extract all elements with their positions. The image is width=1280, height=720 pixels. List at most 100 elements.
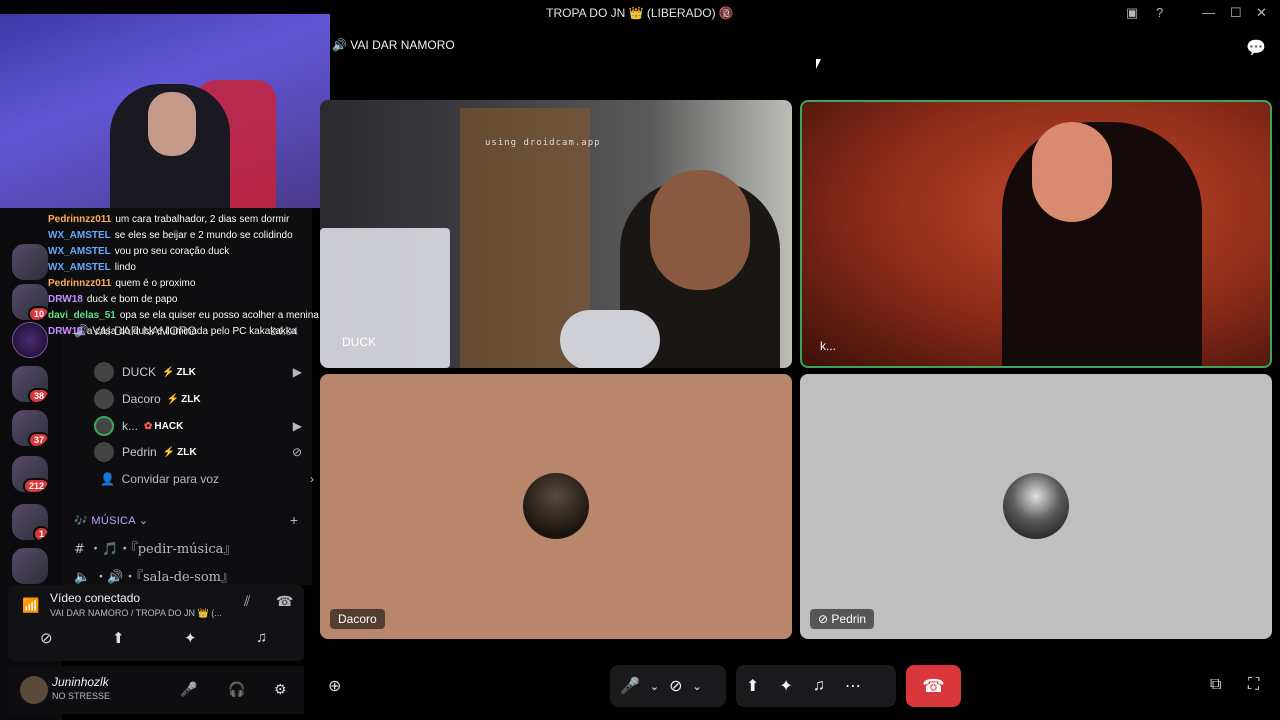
server-icon[interactable]: 10 <box>12 284 48 320</box>
screen-share-icon[interactable]: ⬆ <box>112 629 125 647</box>
more-icon[interactable]: ⋯ <box>835 676 871 696</box>
server-icon[interactable] <box>12 548 48 584</box>
call-controls: ⊕ 🎤 ⌄ ⊘ ⌄ ⬆ ✦ ♫ ⋯ ☎ ⧉ ⛶ <box>320 662 1280 712</box>
signal-icon[interactable]: 📶 <box>22 597 39 614</box>
popout-icon[interactable]: ⧉ <box>1210 676 1221 694</box>
username[interactable]: Juninhozlk <box>52 675 109 689</box>
voice-user-name: k... <box>122 419 139 433</box>
disconnect-icon[interactable]: ☎ <box>276 593 293 610</box>
chat-text: a casa do duck e iluminada pelo PC kakak… <box>86 326 297 337</box>
chat-message: davi_delas_51 opa se ela quiser eu posso … <box>48 308 338 324</box>
voice-user-name: Dacoro <box>122 392 161 406</box>
server-icon[interactable]: 37 <box>12 410 48 446</box>
chat-text: quem é o proximo <box>115 278 196 289</box>
chat-username: WX_AMSTEL <box>48 230 111 241</box>
chat-username: Pedrinnzz011 <box>48 214 112 225</box>
participant-name: DUCK <box>342 335 377 349</box>
avatar <box>94 389 114 409</box>
clan-tag: ✿ HACK <box>144 420 184 432</box>
server-icon[interactable]: 1 <box>12 504 48 540</box>
unread-badge: 10 <box>27 306 48 320</box>
deafened-icon: ⊘ <box>291 445 302 459</box>
chat-message: WX_AMSTEL vou pro seu coração duck <box>48 244 338 260</box>
unread-badge: 1 <box>32 526 48 540</box>
chat-text: se eles se beijar e 2 mundo se colidindo <box>114 230 293 241</box>
av-toggle-group: 🎤 ⌄ ⊘ ⌄ <box>610 665 726 707</box>
soundboard-icon[interactable]: ♫ <box>803 677 835 695</box>
participant-name: k... <box>820 339 837 353</box>
avatar <box>94 362 114 382</box>
chevron-down-icon[interactable]: ⌄ <box>693 680 702 693</box>
camera-off-icon[interactable]: ⊘ <box>40 629 53 647</box>
voice-location[interactable]: VAI DAR NAMORO / TROPA DO JN 👑 (... <box>50 608 222 619</box>
clan-tag: ⚡ ZLK <box>162 366 196 378</box>
chat-message: Pedrinnzz011 quem é o proximo <box>48 276 338 292</box>
voice-channel-sala-de-som[interactable]: 🔈 ・🔊・『sala-de-som』 <box>74 566 234 585</box>
voice-connection-panel: 📶 Vídeo conectado VAI DAR NAMORO / TROPA… <box>8 585 304 661</box>
droidcam-watermark: using droidcam.app <box>485 138 601 148</box>
chat-message: DRW18 a casa do duck e iluminada pelo PC … <box>48 324 338 340</box>
avatar[interactable] <box>20 676 48 704</box>
video-tile[interactable]: k... <box>800 100 1272 368</box>
voice-user-name: DUCK <box>122 365 157 379</box>
media-group: ⬆ ✦ ♫ ⋯ <box>736 665 896 707</box>
inbox-icon[interactable]: ▣ <box>1126 5 1138 21</box>
voice-user-name: Pedrin <box>122 445 157 459</box>
chat-text: lindo <box>114 262 136 273</box>
video-tile[interactable]: Dacoro <box>320 374 792 639</box>
voice-status: Vídeo conectado <box>50 591 141 605</box>
invite-to-voice[interactable]: 👤 Convidar para voz › <box>100 472 314 486</box>
activity-icon[interactable]: ✦ <box>769 676 802 696</box>
hangup-button[interactable]: ☎ <box>906 665 961 707</box>
soundboard-icon[interactable]: ♫ <box>256 629 267 646</box>
clan-tag: ⚡ ZLK <box>166 393 201 405</box>
maximize-icon[interactable]: ☐ <box>1230 5 1242 21</box>
server-icon[interactable]: 38 <box>12 366 48 402</box>
video-tile[interactable]: ⊘ Pedrin <box>800 374 1272 639</box>
chevron-down-icon[interactable]: ⌄ <box>650 680 659 693</box>
fullscreen-icon[interactable]: ⛶ <box>1248 676 1259 694</box>
help-icon[interactable]: ? <box>1156 5 1163 20</box>
video-tile[interactable]: using droidcam.app DUCK <box>320 100 792 368</box>
deafened-icon: ⊘ <box>818 612 832 626</box>
avatar <box>94 442 114 462</box>
add-user-icon[interactable]: ⊕ <box>328 676 341 696</box>
category-music[interactable]: 🎶 MÚSICA ⌄ <box>74 514 148 527</box>
clan-tag: ⚡ ZLK <box>162 446 197 458</box>
chat-message: WX_AMSTEL lindo <box>48 260 338 276</box>
chat-message: Pedrinnzz011 um cara trabalhador, 2 dias … <box>48 212 338 228</box>
noise-suppression-icon[interactable]: ⫽ <box>244 593 250 610</box>
call-title: 🔊 VAI DAR NAMORO <box>332 38 455 52</box>
voice-user[interactable]: Dacoro ⚡ ZLK <box>94 388 201 410</box>
server-icon[interactable] <box>12 244 48 280</box>
microphone-icon[interactable]: 🎤 <box>610 676 650 696</box>
unread-badge: 38 <box>27 388 48 402</box>
voice-user[interactable]: Pedrin ⚡ ZLK <box>94 441 197 463</box>
participant-name: ⊘ Pedrin <box>810 609 875 629</box>
text-channel-pedir-musica[interactable]: # ・🎵・『pedir-música』 <box>74 538 236 557</box>
close-icon[interactable]: ✕ <box>1256 5 1267 21</box>
activity-icon[interactable]: ✦ <box>184 629 197 647</box>
streamer-webcam <box>0 14 330 208</box>
microphone-icon[interactable]: 🎤 <box>180 681 197 698</box>
headphones-icon[interactable]: 🎧 <box>228 681 245 698</box>
chat-username: Pedrinnzz011 <box>48 278 112 289</box>
voice-user[interactable]: k... ✿ HACK <box>94 415 183 437</box>
settings-gear-icon[interactable]: ⚙ <box>274 681 287 698</box>
chat-message: DRW18 duck e bom de papo <box>48 292 338 308</box>
voice-user[interactable]: DUCK ⚡ ZLK <box>94 361 196 383</box>
minimize-icon[interactable]: — <box>1202 5 1215 20</box>
chat-username: davi_delas_51 <box>48 310 116 321</box>
screen-share-icon[interactable]: ⬆ <box>736 676 769 696</box>
chat-username: DRW18 <box>48 326 83 337</box>
unread-badge: 37 <box>27 432 48 446</box>
add-channel-icon[interactable]: + <box>290 512 298 528</box>
chat-bubble-icon[interactable]: 💬 <box>1246 38 1266 58</box>
server-icon[interactable]: 212 <box>12 456 48 492</box>
video-icon: ▶ <box>292 419 302 433</box>
camera-off-icon[interactable]: ⊘ <box>659 676 692 696</box>
user-panel: Juninhozlk NO STRESSE 🎤 🎧 ⚙ <box>8 666 304 714</box>
server-icon[interactable] <box>12 322 48 358</box>
chat-username: WX_AMSTEL <box>48 262 111 273</box>
user-status: NO STRESSE <box>52 691 111 701</box>
